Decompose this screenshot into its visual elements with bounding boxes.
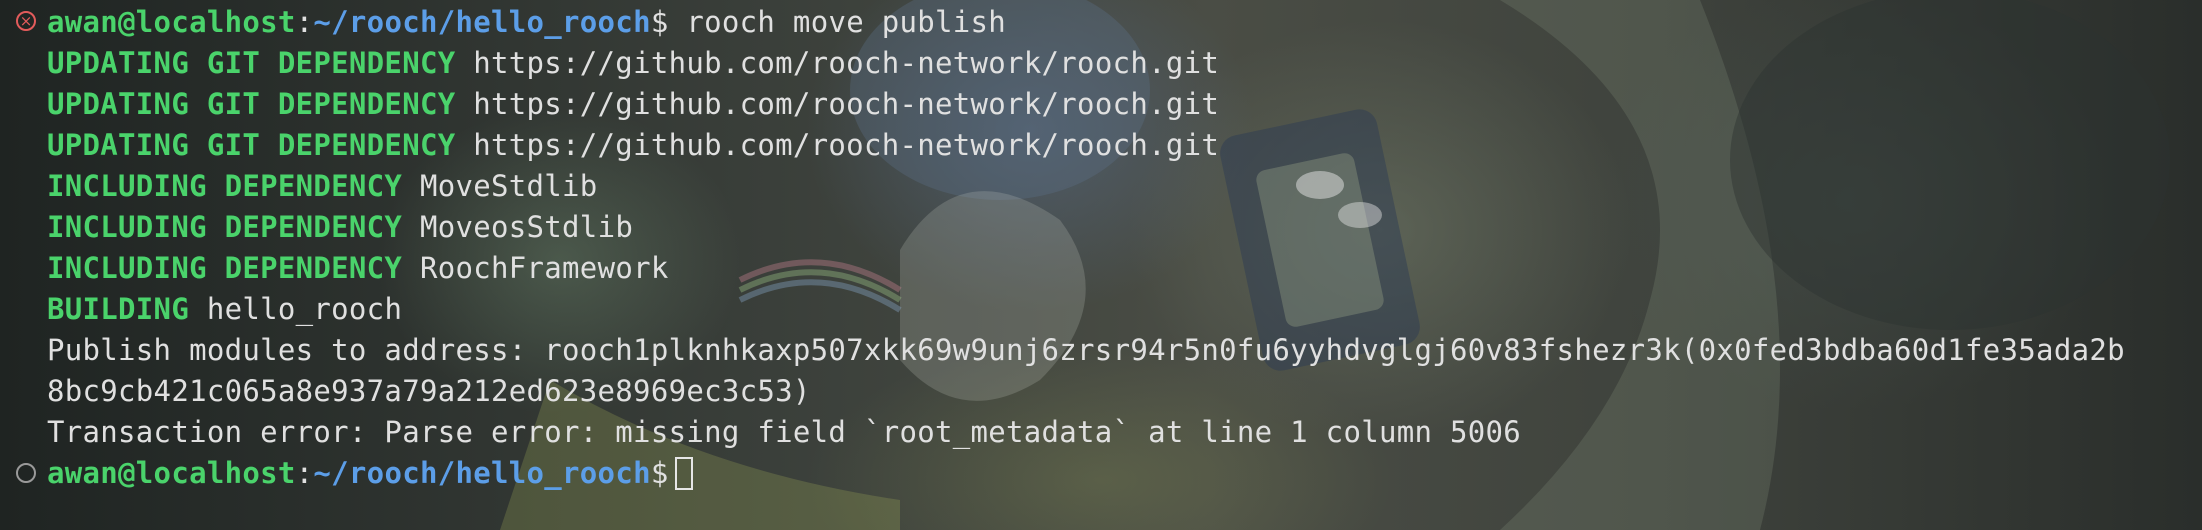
prompt-line-current[interactable]: awan@localhost:~/rooch/hello_rooch$ [47, 453, 693, 494]
prompt-user-host: awan@localhost [47, 5, 296, 39]
output-text: MoveosStdlib [419, 210, 634, 244]
output-text: MoveStdlib [419, 169, 598, 203]
output-line: UPDATING GIT DEPENDENCY https://github.c… [47, 43, 1219, 84]
output-label: UPDATING GIT DEPENDENCY [47, 128, 456, 162]
text-cursor[interactable] [674, 456, 693, 490]
output-label: BUILDING [47, 292, 190, 326]
output-line: UPDATING GIT DEPENDENCY https://github.c… [47, 84, 1219, 125]
output-label: UPDATING GIT DEPENDENCY [47, 87, 456, 121]
terminal-output: × awan@localhost:~/rooch/hello_rooch$ ro… [0, 0, 2202, 530]
output-label: UPDATING GIT DEPENDENCY [47, 46, 456, 80]
output-line: INCLUDING DEPENDENCY MoveosStdlib [47, 207, 633, 248]
output-label: INCLUDING DEPENDENCY [47, 210, 403, 244]
prompt-separator: : [295, 5, 314, 39]
command-text: rooch move publish [686, 5, 1007, 39]
output-text: https://github.com/rooch-network/rooch.g… [473, 128, 1220, 162]
prompt-separator: : [295, 456, 314, 490]
output-text: https://github.com/rooch-network/rooch.g… [473, 87, 1220, 121]
prompt-path: ~/rooch/hello_rooch [313, 456, 651, 490]
prompt-user-host: awan@localhost [47, 456, 296, 490]
terminal-window[interactable]: × awan@localhost:~/rooch/hello_rooch$ ro… [0, 0, 2202, 530]
output-text: hello_rooch [206, 292, 403, 326]
error-status-icon[interactable]: × [16, 11, 36, 31]
output-label: INCLUDING DEPENDENCY [47, 251, 403, 285]
transaction-error-line: Transaction error: Parse error: missing … [47, 415, 1522, 449]
output-text: https://github.com/rooch-network/rooch.g… [473, 46, 1220, 80]
output-label: INCLUDING DEPENDENCY [47, 169, 403, 203]
output-line: BUILDING hello_rooch [47, 289, 402, 330]
prompt-symbol: $ [650, 5, 669, 39]
idle-status-icon[interactable] [16, 463, 36, 483]
output-line: INCLUDING DEPENDENCY RoochFramework [47, 248, 669, 289]
prompt-path: ~/rooch/hello_rooch [313, 5, 651, 39]
output-line: INCLUDING DEPENDENCY MoveStdlib [47, 166, 598, 207]
output-line: UPDATING GIT DEPENDENCY https://github.c… [47, 125, 1219, 166]
prompt-symbol: $ [650, 456, 669, 490]
publish-address-continuation: 8bc9cb421c065a8e937a79a212ed623e8969ec3c… [47, 374, 811, 408]
publish-address-line: Publish modules to address: rooch1plknhk… [47, 333, 2125, 367]
prompt-line: awan@localhost:~/rooch/hello_rooch$ rooc… [47, 2, 1006, 43]
output-text: RoochFramework [419, 251, 669, 285]
